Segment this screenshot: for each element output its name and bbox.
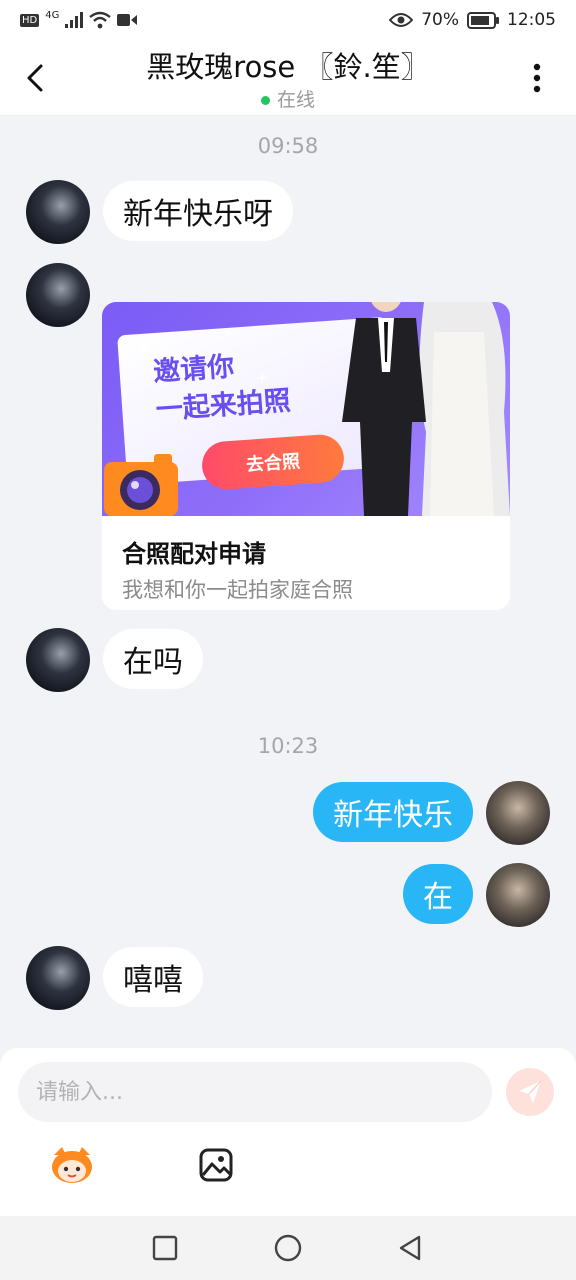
triangle-back-icon <box>399 1235 421 1261</box>
my-avatar[interactable] <box>486 863 550 927</box>
online-status: 在线 <box>0 85 576 112</box>
my-avatar[interactable] <box>486 781 550 845</box>
image-button[interactable] <box>192 1144 240 1186</box>
photo-invite-card[interactable]: 邀请你 一起来拍照 去合照 合照配对申请 我想和你一起拍家庭合照 <box>102 302 510 610</box>
eye-icon <box>389 13 414 27</box>
signal-icon <box>65 12 84 28</box>
home-button[interactable] <box>270 1230 306 1266</box>
clock: 12:05 <box>507 10 556 30</box>
contact-name: 黑玫瑰rose 〖鈴.笙〗 <box>146 50 430 84</box>
hd-badge: HD <box>20 13 40 27</box>
send-icon <box>519 1080 542 1103</box>
more-options-button[interactable] <box>520 56 554 100</box>
message-bubble-outgoing[interactable]: 在 <box>403 864 473 924</box>
invite-banner: 邀请你 一起来拍照 去合照 <box>102 302 510 516</box>
status-bar: HD 4G 70% 12:05 <box>0 0 576 40</box>
invite-text: 邀请你 一起来拍照 <box>152 345 292 430</box>
timestamp: 09:58 <box>257 134 319 158</box>
system-nav-bar <box>0 1216 576 1280</box>
message-bubble-outgoing[interactable]: 新年快乐 <box>313 782 473 842</box>
network-type: 4G <box>45 9 60 21</box>
message-list[interactable]: 09:58 新年快乐呀 邀请你 一起来拍照 去合照 合照配对申请 我想和你一起拍… <box>0 116 576 1048</box>
online-label: 在线 <box>276 89 315 111</box>
recent-apps-button[interactable] <box>147 1230 183 1266</box>
video-icon <box>117 14 138 26</box>
chat-header: 黑玫瑰rose 〖鈴.笙〗 在线 <box>0 40 576 116</box>
card-title: 合照配对申请 <box>122 540 266 568</box>
message-bubble-incoming[interactable]: 新年快乐呀 <box>103 181 293 241</box>
friend-avatar[interactable] <box>26 628 90 692</box>
message-bubble-incoming[interactable]: 嘻嘻 <box>103 947 203 1007</box>
camera-icon <box>104 454 178 516</box>
go-photo-button[interactable]: 去合照 <box>200 433 346 491</box>
back-nav-button[interactable] <box>392 1230 428 1266</box>
mascot-emoji-icon <box>52 1147 92 1183</box>
timestamp: 10:23 <box>257 734 319 758</box>
send-button[interactable] <box>506 1068 554 1116</box>
message-bubble-incoming[interactable]: 在吗 <box>103 629 203 689</box>
friend-avatar[interactable] <box>26 263 90 327</box>
composer <box>0 1048 576 1216</box>
emoji-button[interactable] <box>48 1144 96 1186</box>
square-icon <box>152 1235 178 1261</box>
more-vertical-icon <box>533 63 541 93</box>
couple-illustration <box>342 302 510 516</box>
sparkle-icon <box>136 342 150 356</box>
status-right: 70% 12:05 <box>389 10 556 30</box>
battery-icon <box>467 11 499 29</box>
card-subtitle: 我想和你一起拍家庭合照 <box>122 578 353 602</box>
battery-percent: 70% <box>421 10 459 30</box>
friend-avatar[interactable] <box>26 946 90 1010</box>
image-icon <box>199 1148 233 1182</box>
message-input[interactable] <box>18 1062 492 1122</box>
circle-icon <box>274 1234 302 1262</box>
status-left: HD 4G <box>20 9 138 29</box>
online-dot <box>260 96 270 105</box>
friend-avatar[interactable] <box>26 180 90 244</box>
wifi-icon <box>89 11 112 29</box>
